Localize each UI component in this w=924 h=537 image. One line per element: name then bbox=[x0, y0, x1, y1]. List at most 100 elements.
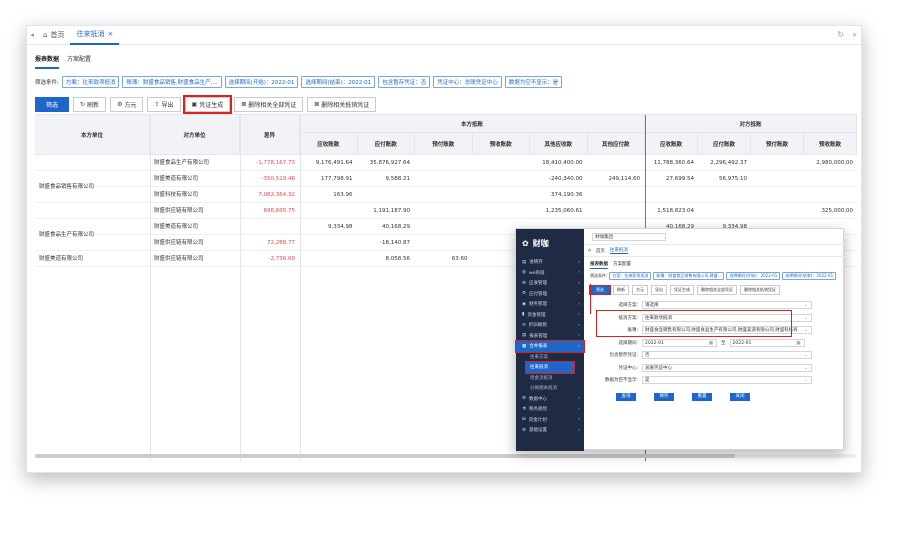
menu-item[interactable]: 分摊相关抵消 bbox=[516, 383, 584, 394]
highlight-connector bbox=[590, 284, 591, 314]
filter-chip[interactable]: 方案：往来款项抵消 bbox=[61, 76, 120, 88]
menu-item[interactable]: ⚙ 基础设置 › bbox=[516, 425, 584, 436]
form-select[interactable]: 是 ⌄ bbox=[642, 376, 812, 385]
refresh-button[interactable]: ↻ 刷新 bbox=[73, 96, 107, 112]
header-self-col: 应收账款 bbox=[300, 133, 358, 155]
menu-item[interactable]: 现金流抵消 bbox=[516, 373, 584, 384]
chevron-down-icon: ⌄ bbox=[804, 328, 808, 334]
table-cell: 63.60 bbox=[451, 256, 468, 262]
period-start-input[interactable]: 2022-01 ▦ bbox=[642, 338, 717, 347]
table-row[interactable]: 财盛美道有限公司 -350,519.46 177,798.91 9,588.21 -24… bbox=[35, 171, 857, 187]
chevron-down-icon: ⌄ bbox=[804, 365, 808, 371]
form-select[interactable]: 请选择 ⌄ bbox=[642, 301, 812, 310]
tab-offset[interactable]: 往来抵消 × bbox=[70, 26, 120, 45]
form-button[interactable]: 关闭 bbox=[730, 392, 750, 401]
chevron-right-icon: › bbox=[578, 427, 580, 433]
table-cell: 1,518,823.04 bbox=[657, 208, 694, 214]
inset-logo: ✿ 财咖 bbox=[522, 238, 549, 248]
table-cell bbox=[804, 171, 853, 187]
menu-item[interactable]: ⚙ 数据中心 › bbox=[516, 394, 584, 405]
menu-item[interactable]: ⚙ 应付管理 › bbox=[516, 289, 584, 300]
menu-item[interactable]: ⚗ 税务规划 › bbox=[516, 404, 584, 415]
table-cell: 374,190.36 bbox=[551, 192, 583, 198]
table-cell: 8,058.56 bbox=[385, 256, 411, 262]
table-cell: 249,114.60 bbox=[608, 176, 641, 182]
refresh-icon[interactable]: ↻ bbox=[837, 30, 844, 39]
scrollbar-thumb[interactable] bbox=[35, 454, 735, 458]
chevron-down-icon: ⌄ bbox=[804, 353, 808, 359]
generate-voucher-button[interactable]: ▣ 凭证生成 bbox=[182, 94, 233, 114]
tab-home[interactable]: ⌂ 首页 bbox=[37, 26, 70, 45]
menu-item[interactable]: ▤ 报表管理 › bbox=[516, 331, 584, 342]
tab-scroll-left-icon[interactable]: ◂ bbox=[27, 31, 37, 39]
tab-report-data[interactable]: 报表数据 bbox=[35, 54, 60, 69]
menu-item[interactable]: ⟲ 折旧摊销 › bbox=[516, 320, 584, 331]
header-counter: 对方单位 bbox=[150, 115, 240, 155]
export-button[interactable]: ⇪ 导出 bbox=[147, 96, 181, 112]
header-self-col: 其他应收款 bbox=[530, 133, 588, 155]
header-other-col: 预付账款 bbox=[751, 133, 804, 155]
table-cell bbox=[751, 203, 800, 219]
header-self-col: 预收账款 bbox=[472, 133, 530, 155]
menu-icon: ▮ bbox=[522, 312, 525, 318]
table-cell: 9,588.21 bbox=[385, 176, 411, 182]
menu-item[interactable]: ▤ 进销存 › bbox=[516, 257, 584, 268]
form-buttons: 查询 保存 重置 关闭 bbox=[594, 392, 839, 401]
filter-chip[interactable]: 凭证中心：总账凭证中心 bbox=[433, 76, 502, 88]
menu-item[interactable]: ◍ we商城 › bbox=[516, 268, 584, 279]
table-cell: 56,975.10 bbox=[719, 176, 747, 182]
form-button[interactable]: 保存 bbox=[654, 392, 674, 401]
chevron-right-icon: › bbox=[578, 270, 580, 276]
table-cell bbox=[415, 219, 468, 235]
chevron-right-icon: › bbox=[578, 406, 580, 412]
table-row[interactable]: 财盛供应链有限公司 696,695.75 1,191,187.90 1,235,060… bbox=[35, 203, 857, 219]
delete-offset-vouchers-button[interactable]: ⊠ 删除相关抵销凭证 bbox=[307, 96, 377, 112]
form-select[interactable]: 总账凭证中心 ⌄ bbox=[642, 363, 812, 372]
menu-item[interactable]: 往来方案 bbox=[516, 352, 584, 363]
chevron-right-icon: › bbox=[578, 343, 580, 349]
inset-sidebar: ✿ 财咖 ▤ 进销存 › ◍ we商城 › ⚙ 应收管理 › ⚙ 应付管理 › ◉ 财务管理 › ▮ 资金管理 › ⟲… bbox=[515, 229, 585, 451]
filter-chip[interactable]: 账簿：财盛食品销售,财盛食品生产,... bbox=[122, 76, 222, 88]
delete-all-vouchers-button[interactable]: ⊠ 删除相关全部凭证 bbox=[234, 96, 304, 112]
table-cell bbox=[358, 187, 411, 203]
table-cell bbox=[645, 187, 694, 203]
filter-chip[interactable]: 数据为空不显示：是 bbox=[504, 76, 563, 88]
form-button[interactable]: 重置 bbox=[692, 392, 712, 401]
home-icon: ⌂ bbox=[43, 31, 48, 39]
header-other-col: 应付账款 bbox=[698, 133, 751, 155]
filter-chip[interactable]: 选择期间(开始)：2022-01 bbox=[224, 76, 299, 88]
menu-item[interactable]: ⚙ 应收管理 › bbox=[516, 278, 584, 289]
form-select[interactable]: 否 ⌄ bbox=[642, 351, 812, 360]
company-select[interactable]: 财咖集团 bbox=[592, 232, 666, 241]
expand-icon[interactable]: » bbox=[852, 30, 857, 39]
form-row: 包含暂存凭证: 否 ⌄ bbox=[594, 349, 839, 362]
filter-chip[interactable]: 包含暂存凭证：否 bbox=[378, 76, 431, 88]
filter-chip[interactable]: 选择期间(结束)：2022-01 bbox=[301, 76, 376, 88]
menu-item[interactable]: ⛁ 资金计划 › bbox=[516, 415, 584, 426]
close-icon[interactable]: × bbox=[107, 30, 113, 38]
form-button[interactable]: 查询 bbox=[616, 392, 636, 401]
filter-button[interactable]: 筛选 bbox=[35, 96, 70, 112]
menu-item[interactable]: ▮ 资金管理 › bbox=[516, 310, 584, 321]
table-cell: 财盛供应链有限公司 bbox=[154, 208, 204, 214]
menu-icon: ▦ bbox=[522, 343, 527, 349]
table-cell: 7,082,364.32 bbox=[258, 192, 295, 198]
plan-button[interactable]: ⚙ 方元 bbox=[110, 96, 144, 112]
horizontal-scrollbar[interactable] bbox=[35, 454, 857, 458]
menu-item[interactable]: 往来抵消 bbox=[525, 361, 575, 374]
delete-icon: ⊠ bbox=[314, 100, 320, 108]
tab-plan-config[interactable]: 方案配置 bbox=[67, 54, 91, 69]
table-row[interactable]: 财盛食品生产有限公司 -1,778,167.73 9,176,491.64 35,87… bbox=[35, 155, 857, 171]
chevron-down-icon: ⌄ bbox=[804, 303, 808, 309]
calendar-icon: ▦ bbox=[796, 340, 801, 346]
inset-tabs: ⌂ 首页 往来抵消 bbox=[584, 245, 845, 257]
home-icon[interactable]: ⌂ bbox=[588, 248, 591, 253]
inset-filter-button[interactable]: 筛选 bbox=[589, 284, 611, 295]
toolbar: 筛选 ↻ 刷新 ⚙ 方元 ⇪ 导出 ▣ 凭证生成 ⊠ 删除相关全部凭证 ⊠ 删除相关抵销凭证 bbox=[27, 89, 861, 114]
menu-item[interactable]: ▦ 合并报表 › bbox=[515, 340, 585, 353]
menu-item[interactable]: ◉ 财务管理 › bbox=[516, 299, 584, 310]
form-row: 凭证中心: 总账凭证中心 ⌄ bbox=[594, 362, 839, 375]
table-row[interactable]: 财盛科技有限公司 7,082,364.32 163.96 374,190.36 bbox=[35, 187, 857, 203]
period-end-input[interactable]: 2022-01 ▦ bbox=[729, 338, 805, 347]
unit-cell: 财盛美道有限公司 bbox=[39, 256, 84, 262]
